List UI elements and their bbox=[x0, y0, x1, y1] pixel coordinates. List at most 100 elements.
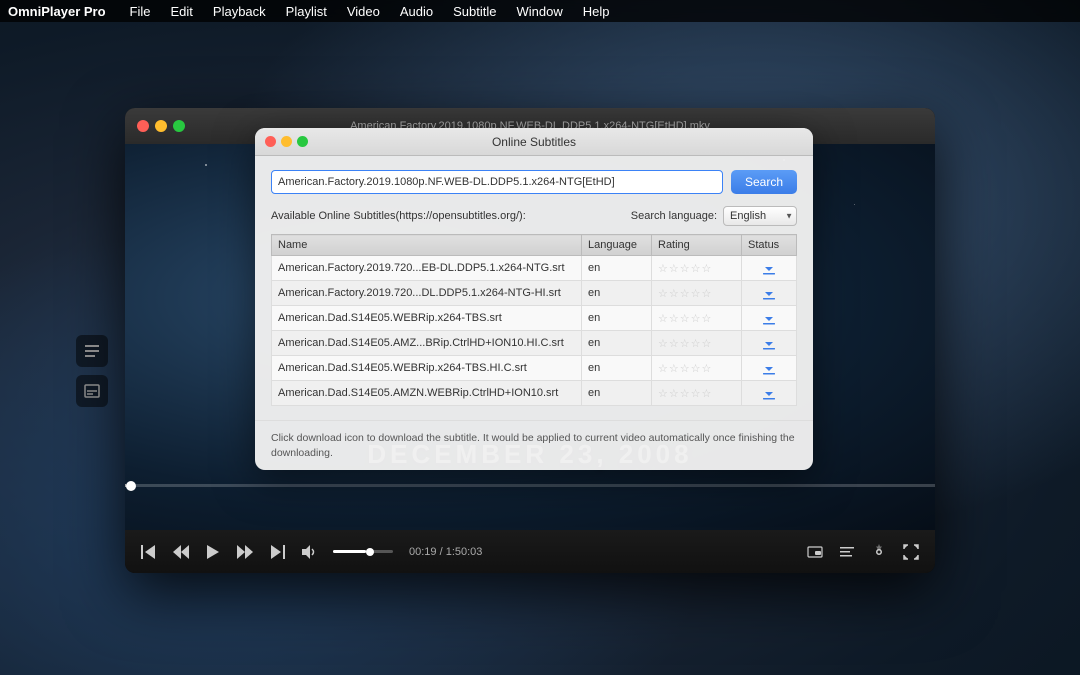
star-icon[interactable]: ☆ bbox=[691, 387, 701, 400]
rewind-button[interactable] bbox=[169, 540, 193, 564]
menu-playback[interactable]: Playback bbox=[205, 2, 274, 21]
subtitle-name: American.Dad.S14E05.AMZN.WEBRip.CtrlHD+I… bbox=[272, 381, 582, 406]
modal-titlebar: Online Subtitles bbox=[255, 128, 813, 156]
maximize-button[interactable] bbox=[173, 120, 185, 132]
modal-footer-text: Click download icon to download the subt… bbox=[271, 432, 795, 459]
menu-window[interactable]: Window bbox=[508, 2, 570, 21]
menu-edit[interactable]: Edit bbox=[163, 2, 201, 21]
subtitle-rating: ☆☆☆☆☆ bbox=[652, 356, 742, 381]
skip-forward-button[interactable] bbox=[265, 540, 289, 564]
modal-footer: Click download icon to download the subt… bbox=[255, 420, 813, 470]
minimize-button[interactable] bbox=[155, 120, 167, 132]
subtitle-search-input[interactable] bbox=[271, 170, 723, 194]
close-button[interactable] bbox=[137, 120, 149, 132]
menu-file[interactable]: File bbox=[122, 2, 159, 21]
subtitle-status bbox=[742, 356, 797, 381]
modal-info-row: Available Online Subtitles(https://opens… bbox=[271, 206, 797, 226]
star-icon[interactable]: ☆ bbox=[658, 387, 668, 400]
col-rating: Rating bbox=[652, 235, 742, 256]
star-icon[interactable]: ☆ bbox=[680, 312, 690, 325]
star-icon[interactable]: ☆ bbox=[658, 337, 668, 350]
language-select[interactable]: English Chinese French German Spanish Ja… bbox=[723, 206, 797, 226]
star-icon[interactable]: ☆ bbox=[691, 312, 701, 325]
table-row: American.Dad.S14E05.WEBRip.x264-TBS.srte… bbox=[272, 306, 797, 331]
left-subtitles-button[interactable] bbox=[76, 375, 108, 407]
star-icon[interactable]: ☆ bbox=[680, 362, 690, 375]
star-icon[interactable]: ☆ bbox=[702, 362, 712, 375]
controls-right bbox=[803, 540, 923, 564]
star-icon[interactable]: ☆ bbox=[658, 312, 668, 325]
menu-video[interactable]: Video bbox=[339, 2, 388, 21]
menu-playlist[interactable]: Playlist bbox=[278, 2, 335, 21]
table-row: American.Dad.S14E05.AMZ...BRip.CtrlHD+IO… bbox=[272, 331, 797, 356]
star-icon[interactable]: ☆ bbox=[669, 312, 679, 325]
subtitle-language: en bbox=[582, 331, 652, 356]
star-icon[interactable]: ☆ bbox=[691, 337, 701, 350]
star-icon[interactable]: ☆ bbox=[680, 337, 690, 350]
star-icon[interactable]: ☆ bbox=[669, 287, 679, 300]
modal-minimize-button[interactable] bbox=[281, 136, 292, 147]
modal-close-button[interactable] bbox=[265, 136, 276, 147]
subtitle-status bbox=[742, 281, 797, 306]
menu-help[interactable]: Help bbox=[575, 2, 618, 21]
star-icon[interactable]: ☆ bbox=[702, 387, 712, 400]
download-subtitle-button[interactable] bbox=[748, 260, 790, 276]
subtitle-rating: ☆☆☆☆☆ bbox=[652, 306, 742, 331]
download-subtitle-button[interactable] bbox=[748, 360, 790, 376]
star-icon[interactable]: ☆ bbox=[669, 262, 679, 275]
progress-handle[interactable] bbox=[126, 481, 136, 491]
progress-bar[interactable] bbox=[125, 484, 935, 487]
download-subtitle-button[interactable] bbox=[748, 285, 790, 301]
modal-zoom-button[interactable] bbox=[297, 136, 308, 147]
chapters-list-button[interactable] bbox=[835, 540, 859, 564]
star-icon[interactable]: ☆ bbox=[691, 362, 701, 375]
star-icon[interactable]: ☆ bbox=[680, 262, 690, 275]
subtitle-status bbox=[742, 381, 797, 406]
left-side-buttons bbox=[76, 335, 108, 407]
star-icon[interactable]: ☆ bbox=[691, 287, 701, 300]
star-icon[interactable]: ☆ bbox=[669, 337, 679, 350]
fullscreen-button[interactable] bbox=[899, 540, 923, 564]
subtitle-language: en bbox=[582, 356, 652, 381]
app-name: OmniPlayer Pro bbox=[8, 4, 106, 19]
star-icon[interactable]: ☆ bbox=[658, 362, 668, 375]
fast-forward-button[interactable] bbox=[233, 540, 257, 564]
download-subtitle-button[interactable] bbox=[748, 385, 790, 401]
star-icon[interactable]: ☆ bbox=[658, 262, 668, 275]
star-icon[interactable]: ☆ bbox=[669, 362, 679, 375]
volume-button[interactable] bbox=[297, 540, 321, 564]
volume-slider[interactable] bbox=[333, 550, 393, 553]
language-select-wrapper[interactable]: English Chinese French German Spanish Ja… bbox=[723, 206, 797, 226]
subtitle-rating: ☆☆☆☆☆ bbox=[652, 256, 742, 281]
star-icon[interactable]: ☆ bbox=[702, 287, 712, 300]
subtitle-name: American.Dad.S14E05.AMZ...BRip.CtrlHD+IO… bbox=[272, 331, 582, 356]
download-subtitle-button[interactable] bbox=[748, 310, 790, 326]
menu-subtitle[interactable]: Subtitle bbox=[445, 2, 504, 21]
col-language: Language bbox=[582, 235, 652, 256]
col-status: Status bbox=[742, 235, 797, 256]
star-icon[interactable]: ☆ bbox=[702, 312, 712, 325]
subtitle-search-button[interactable]: Search bbox=[731, 170, 797, 194]
subtitle-status bbox=[742, 331, 797, 356]
skip-back-button[interactable] bbox=[137, 540, 161, 564]
star-icon[interactable]: ☆ bbox=[680, 287, 690, 300]
star-icon[interactable]: ☆ bbox=[658, 287, 668, 300]
settings-button[interactable] bbox=[867, 540, 891, 564]
play-button[interactable] bbox=[201, 540, 225, 564]
star-icon[interactable]: ☆ bbox=[669, 387, 679, 400]
subtitle-name: American.Factory.2019.720...EB-DL.DDP5.1… bbox=[272, 256, 582, 281]
subtitle-name: American.Dad.S14E05.WEBRip.x264-TBS.HI.C… bbox=[272, 356, 582, 381]
volume-handle[interactable] bbox=[366, 548, 374, 556]
modal-traffic-lights bbox=[265, 136, 308, 147]
table-row: American.Dad.S14E05.AMZN.WEBRip.CtrlHD+I… bbox=[272, 381, 797, 406]
star-icon[interactable]: ☆ bbox=[702, 337, 712, 350]
menu-audio[interactable]: Audio bbox=[392, 2, 441, 21]
subtitle-status bbox=[742, 256, 797, 281]
download-subtitle-button[interactable] bbox=[748, 335, 790, 351]
star-icon[interactable]: ☆ bbox=[691, 262, 701, 275]
left-chapters-button[interactable] bbox=[76, 335, 108, 367]
pip-button[interactable] bbox=[803, 540, 827, 564]
star-icon[interactable]: ☆ bbox=[702, 262, 712, 275]
star-icon[interactable]: ☆ bbox=[680, 387, 690, 400]
table-row: American.Dad.S14E05.WEBRip.x264-TBS.HI.C… bbox=[272, 356, 797, 381]
